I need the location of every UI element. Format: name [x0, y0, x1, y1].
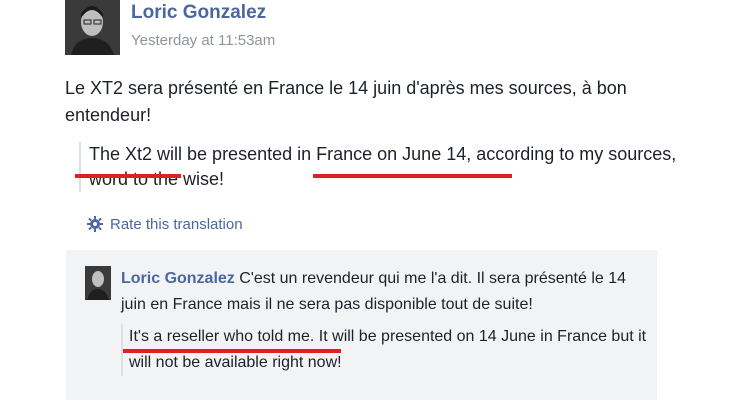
profile-photo-icon	[65, 0, 120, 55]
rate-translation-label[interactable]: Rate this translation	[110, 216, 243, 233]
post-author-name[interactable]: Loric Gonzalez	[131, 2, 266, 24]
post-text: Le XT2 sera présenté en France le 14 jui…	[65, 78, 627, 125]
avatar[interactable]	[65, 0, 120, 55]
comment-author-name[interactable]: Loric Gonzalez	[121, 270, 235, 287]
rate-translation-link[interactable]: Rate this translation	[86, 215, 243, 233]
comment-body: Loric Gonzalez C'est un revendeur qui me…	[121, 266, 651, 318]
profile-photo-icon	[85, 266, 111, 300]
facebook-post: Loric Gonzalez Yesterday at 11:53am Le X…	[0, 0, 750, 410]
highlight-underline	[123, 349, 341, 353]
highlight-underline	[313, 174, 512, 178]
highlight-underline	[75, 174, 181, 178]
gear-icon	[87, 216, 103, 232]
comment-avatar[interactable]	[85, 266, 111, 300]
post-translation-text: The Xt2 will be presented in France on J…	[89, 144, 677, 189]
post-timestamp[interactable]: Yesterday at 11:53am	[131, 32, 275, 49]
post-translation: The Xt2 will be presented in France on J…	[79, 142, 689, 192]
